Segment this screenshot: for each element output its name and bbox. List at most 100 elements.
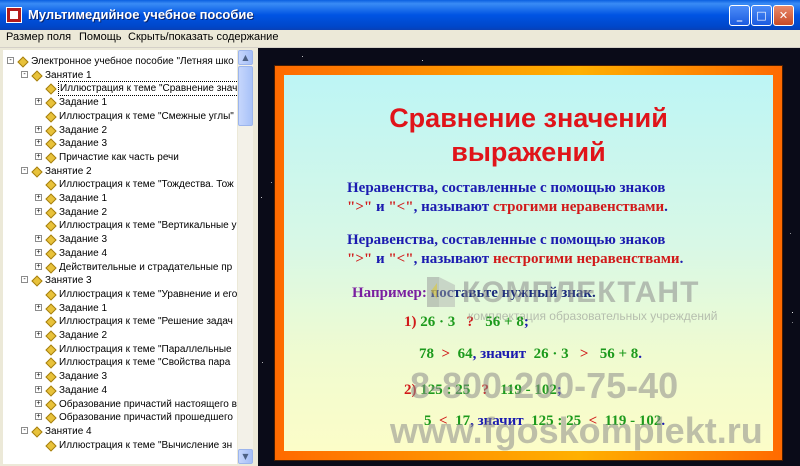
strict-definition-line2: ">" и "<", называют строгими неравенства… <box>347 198 668 216</box>
maximize-button[interactable]: □ <box>751 5 772 26</box>
tree-item[interactable]: + Задание 1 <box>3 302 237 315</box>
tree-item[interactable]: + Задание 1 <box>3 192 237 205</box>
gt-sign: ">" <box>347 199 373 215</box>
scroll-up-button[interactable]: ▲ <box>238 50 253 65</box>
example1-question: 1) 26 · 3 ? 56 + 8; <box>404 313 529 331</box>
topic-node-icon <box>31 426 42 437</box>
tree-item-label: Задание 3 <box>59 234 108 246</box>
tree-item[interactable]: + Задание 3 <box>3 137 237 150</box>
tree-scrollbar[interactable]: ▲ ▼ <box>238 50 253 464</box>
topic-node-icon <box>45 138 56 149</box>
expand-icon[interactable]: + <box>35 207 42 215</box>
tree-item[interactable]: + Задание 3 <box>3 370 237 383</box>
scroll-thumb[interactable] <box>238 66 253 126</box>
menu-toggle-contents[interactable]: Скрыть/показать содержание <box>128 31 278 43</box>
tree-item-label: Задание 3 <box>59 371 108 383</box>
tree-item[interactable]: + Задание 2 <box>3 206 237 219</box>
tree-item[interactable]: + Образование причастий прошедшего <box>3 411 237 424</box>
star <box>261 197 262 198</box>
example2-question: 2) 125 : 25 ? 119 - 102; <box>404 381 562 399</box>
tree-item[interactable]: - Занятие 1 <box>3 69 237 82</box>
collapse-icon[interactable]: - <box>7 57 14 64</box>
ex1-ans-d: 56 + 8 <box>599 346 639 362</box>
tree-item[interactable]: + Задание 1 <box>3 96 237 109</box>
ex2-number: 2) <box>404 382 417 398</box>
ex1-left: 26 · 3 <box>420 314 456 330</box>
tree-item[interactable]: + Действительные и страдательные пр <box>3 261 237 274</box>
title-bar[interactable]: Мультимедийное учебное пособие _ □ ✕ <box>0 0 800 30</box>
expand-icon[interactable]: + <box>35 125 42 133</box>
expand-icon[interactable]: + <box>35 235 42 243</box>
expand-icon[interactable]: + <box>35 248 42 256</box>
topic-node-icon <box>45 83 56 94</box>
expand-icon[interactable]: + <box>35 331 42 338</box>
tree-item[interactable]: Иллюстрация к теме "Параллельные <box>3 343 237 356</box>
nonstrict-definition-line1: Неравенства, составленные с помощью знак… <box>347 232 666 248</box>
tree-item[interactable]: Иллюстрация к теме "Свойства пара <box>3 356 237 369</box>
tree-item-label: Иллюстрация к теме "Сравнение знач <box>57 81 237 97</box>
star <box>262 362 263 363</box>
tree-item[interactable]: + Задание 4 <box>3 384 237 397</box>
tree-item[interactable]: + Причастие как часть речи <box>3 151 237 164</box>
tree-item-label: Иллюстрация к теме "Вычисление зн <box>59 439 233 451</box>
tree-item[interactable]: - Электронное учебное пособие "Летняя шко <box>3 55 237 68</box>
expand-icon[interactable]: + <box>35 98 42 106</box>
app-icon[interactable] <box>6 7 22 23</box>
expand-icon[interactable]: + <box>35 303 42 311</box>
ex1-ans-b: 64 <box>457 346 473 362</box>
example2-answer: 5 < 17, значит 125 : 25 < 119 - 102. <box>424 412 665 430</box>
tree-item[interactable]: Иллюстрация к теме "Вертикальные у <box>3 219 237 232</box>
tree-item[interactable]: Иллюстрация к теме "Тождества. Тож <box>3 178 237 191</box>
expand-icon[interactable]: + <box>35 194 42 201</box>
collapse-icon[interactable]: - <box>21 166 28 174</box>
tree-item[interactable]: Иллюстрация к теме "Смежные углы" <box>3 110 237 123</box>
star <box>792 312 793 313</box>
collapse-icon[interactable]: - <box>21 70 28 78</box>
tree-item[interactable]: Иллюстрация к теме "Решение задач <box>3 315 237 328</box>
scroll-down-button[interactable]: ▼ <box>238 449 253 464</box>
menu-help[interactable]: Помощь <box>79 31 122 43</box>
tree-item-label: Иллюстрация к теме "Вертикальные у <box>59 220 237 232</box>
ex2-ans-sign: < <box>439 413 448 429</box>
tree-item[interactable]: + Задание 4 <box>3 247 237 260</box>
expand-icon[interactable]: + <box>35 413 42 421</box>
tree-item[interactable]: + Задание 2 <box>3 124 237 137</box>
ex2-ans-sign2: < <box>588 413 598 429</box>
topic-node-icon <box>45 207 56 218</box>
star <box>302 56 303 57</box>
tree-item[interactable]: - Занятие 3 <box>3 274 237 287</box>
tree-item[interactable]: Иллюстрация к теме "Сравнение знач <box>3 81 237 97</box>
slide-frame: Сравнение значений выражений Неравенства… <box>274 65 783 461</box>
window-title: Мультимедийное учебное пособие <box>28 7 254 22</box>
star <box>790 233 791 234</box>
tree-item-label: Причастие как часть речи <box>59 151 179 163</box>
minimize-button[interactable]: _ <box>729 5 750 26</box>
tree-item-label: Задание 4 <box>59 384 108 396</box>
tree-item[interactable]: Иллюстрация к теме "Уравнение и его <box>3 288 237 301</box>
expand-icon[interactable]: + <box>35 385 42 393</box>
topic-node-icon <box>45 316 56 327</box>
expand-icon[interactable]: + <box>35 399 42 407</box>
tree-item[interactable]: + Образование причастий настоящего в <box>3 398 237 411</box>
expand-icon[interactable]: + <box>35 152 42 160</box>
collapse-icon[interactable]: - <box>21 426 28 434</box>
collapse-icon[interactable]: - <box>21 276 28 284</box>
nonstrict-definition-line2: ">" и "<", называют нестрогими неравенст… <box>347 250 683 268</box>
contents-tree[interactable]: - Электронное учебное пособие "Летняя шко… <box>3 50 237 464</box>
close-button[interactable]: ✕ <box>773 5 794 26</box>
tree-item[interactable]: + Задание 2 <box>3 329 237 342</box>
tree-item[interactable]: - Занятие 2 <box>3 165 237 178</box>
example-label: Например: <box>352 285 427 301</box>
expand-icon[interactable]: + <box>35 372 42 380</box>
expand-icon[interactable]: + <box>35 139 42 147</box>
menu-field-size[interactable]: Размер поля <box>6 31 71 43</box>
topic-node-icon <box>31 70 42 81</box>
tree-item[interactable]: + Задание 3 <box>3 233 237 246</box>
tree-item[interactable]: Иллюстрация к теме "Вычисление зн <box>3 439 237 452</box>
slide: Сравнение значений выражений Неравенства… <box>284 75 773 451</box>
tree-item[interactable]: - Занятие 4 <box>3 425 237 438</box>
example1-answer: 78 > 64, значит 26 · 3 > 56 + 8. <box>419 345 642 363</box>
tree-item-label: Иллюстрация к теме "Смежные углы" <box>59 110 234 122</box>
topic-node-icon <box>45 234 56 245</box>
expand-icon[interactable]: + <box>35 262 42 270</box>
